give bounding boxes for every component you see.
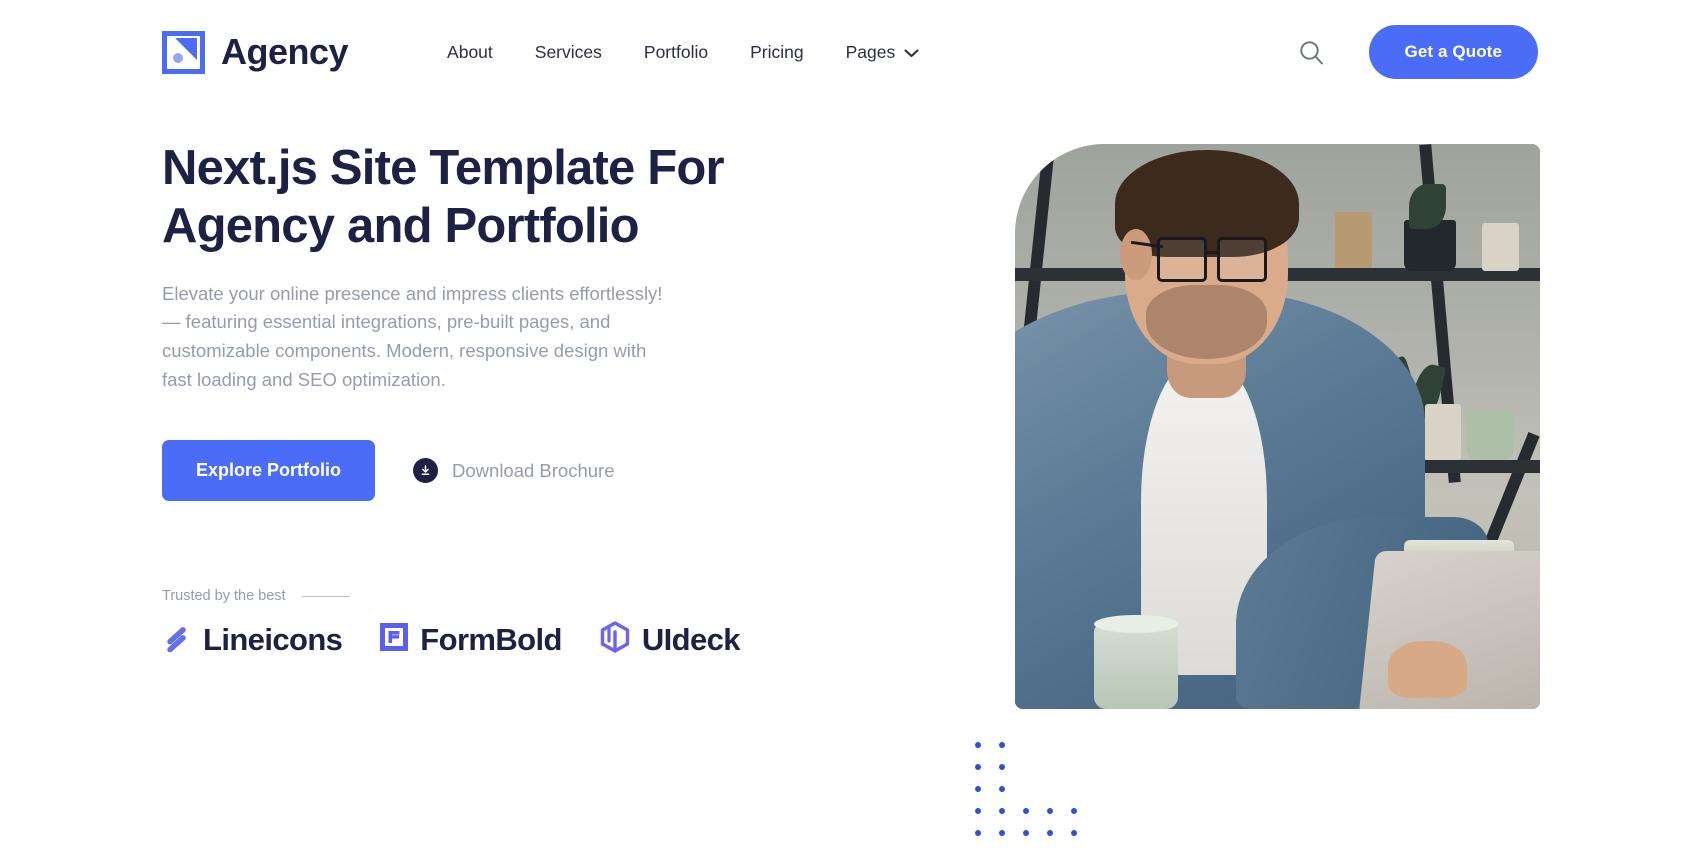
nav-item-pricing[interactable]: Pricing	[729, 32, 825, 73]
lineicons-slash-icon	[162, 622, 192, 657]
hero-section: Next.js Site Template For Agency and Por…	[0, 104, 1700, 860]
brand-logo[interactable]: Agency	[162, 30, 349, 74]
get-a-quote-button[interactable]: Get a Quote	[1368, 25, 1538, 79]
formbold-square-f-icon	[379, 622, 409, 657]
nav-label: Services	[534, 41, 602, 62]
partner-logos: Lineicons FormBold UIdeck	[162, 621, 762, 658]
partner-logo-formbold[interactable]: FormBold	[379, 622, 562, 657]
header-actions: Get a Quote	[1295, 25, 1538, 79]
trusted-by-header: Trusted by the best	[162, 588, 762, 604]
download-brochure-button[interactable]: Download Brochure	[411, 452, 616, 489]
brand-name: Agency	[221, 31, 349, 72]
page-title: Next.js Site Template For Agency and Por…	[162, 141, 725, 253]
explore-portfolio-button[interactable]: Explore Portfolio	[162, 440, 376, 502]
hero-image-wrapper	[1015, 144, 1540, 709]
landing-page: Agency About Services Portfolio Pricing …	[0, 0, 1700, 860]
uideck-cube-icon	[599, 621, 631, 658]
partner-logo-label: FormBold	[420, 622, 562, 658]
hero-actions: Explore Portfolio Download Brochure	[162, 440, 762, 502]
divider	[301, 595, 350, 597]
nav-label: About	[447, 41, 493, 62]
partner-logo-label: Lineicons	[203, 622, 343, 658]
hero-image	[1015, 144, 1540, 709]
hero-subtitle: Elevate your online presence and impress…	[162, 282, 663, 390]
nav-item-about[interactable]: About	[426, 32, 514, 73]
hero-copy: Next.js Site Template For Agency and Por…	[162, 140, 762, 658]
download-circle-icon	[413, 458, 439, 484]
site-header: Agency About Services Portfolio Pricing …	[0, 0, 1700, 104]
partner-logo-uideck[interactable]: UIdeck	[599, 621, 741, 658]
nav-item-pages[interactable]: Pages	[825, 32, 941, 73]
nav-label: Pricing	[750, 41, 804, 62]
agency-triangle-circle-icon	[162, 30, 205, 74]
download-brochure-label: Download Brochure	[452, 459, 615, 481]
trusted-by-label: Trusted by the best	[162, 588, 286, 605]
search-icon[interactable]	[1295, 35, 1329, 69]
partner-logo-label: UIdeck	[641, 622, 741, 658]
nav-label: Pages	[845, 41, 896, 62]
chevron-down-icon	[904, 42, 919, 63]
nav-label: Portfolio	[643, 41, 709, 62]
nav-item-services[interactable]: Services	[514, 32, 623, 73]
main-nav: About Services Portfolio Pricing Pages	[426, 32, 940, 73]
partner-logo-lineicons[interactable]: Lineicons	[162, 622, 343, 658]
dot-grid-decoration	[975, 742, 1095, 852]
nav-item-portfolio[interactable]: Portfolio	[623, 32, 729, 73]
